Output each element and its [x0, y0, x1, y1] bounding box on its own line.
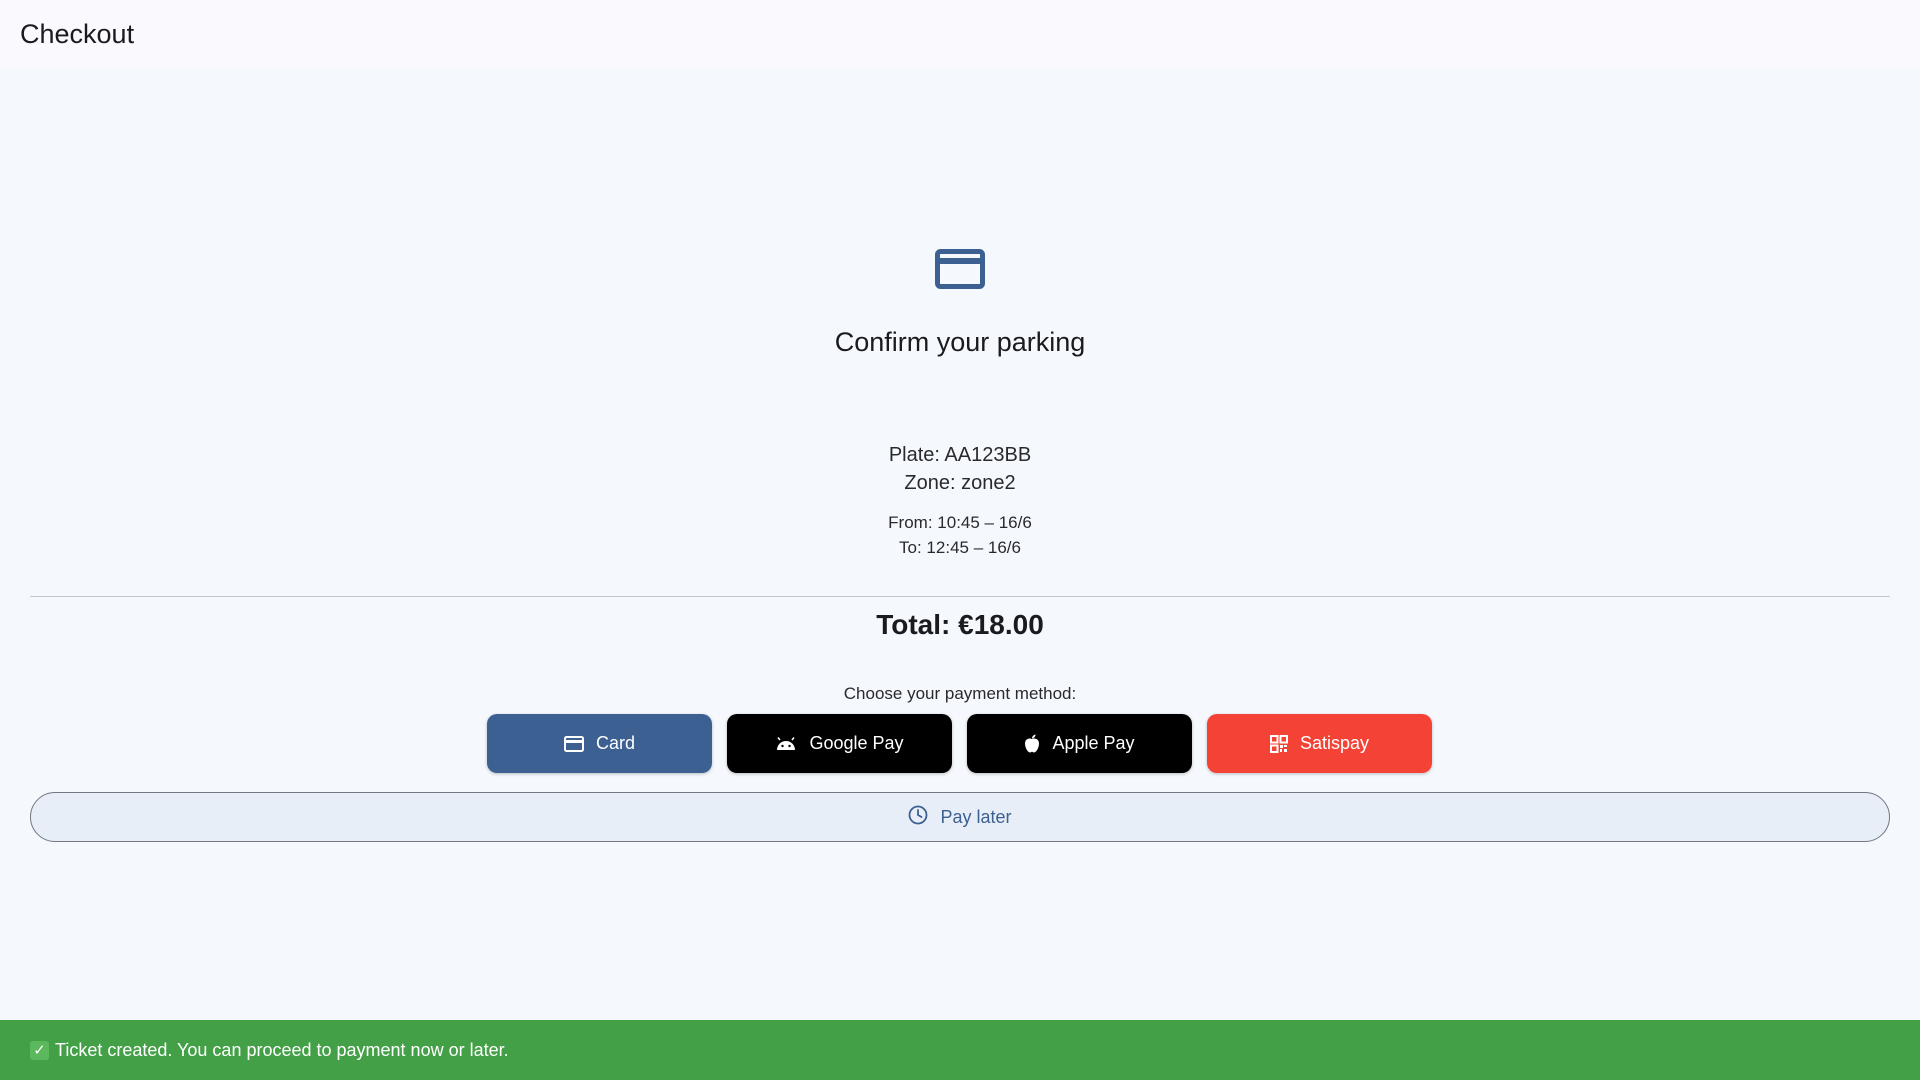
apple-pay-button-label: Apple Pay: [1052, 733, 1135, 753]
app-bar: Checkout: [0, 0, 1920, 68]
google-pay-button[interactable]: Google Pay: [727, 714, 952, 773]
satispay-button[interactable]: Satispay: [1207, 714, 1432, 773]
satispay-button-label: Satispay: [1299, 733, 1370, 753]
apple-icon: [1024, 734, 1040, 753]
android-icon: [775, 736, 797, 751]
from-time-text: From: 10:45 – 16/6: [888, 513, 1032, 532]
total-amount: Total: €18.00: [876, 609, 1044, 640]
zone-text: Zone: zone2: [904, 472, 1016, 494]
payment-method-prompt: Choose your payment method:: [843, 684, 1077, 703]
snackbar-message: Ticket created. You can proceed to payme…: [55, 1039, 509, 1060]
to-time-text: To: 12:45 – 16/6: [899, 538, 1021, 557]
page-title: Checkout: [20, 19, 135, 49]
card-payment-button[interactable]: Card: [487, 714, 712, 773]
clock-icon: [908, 805, 928, 830]
confirm-title: Confirm your parking: [834, 327, 1086, 357]
pay-later-button[interactable]: Pay later: [30, 792, 1890, 842]
divider: [30, 596, 1890, 597]
google-pay-button-label: Google Pay: [809, 733, 904, 753]
snackbar: ✓ Ticket created. You can proceed to pay…: [0, 1020, 1920, 1080]
card-button-label: Card: [595, 733, 635, 753]
qr-code-icon: [1269, 734, 1288, 753]
check-mark-icon: ✓: [30, 1040, 49, 1060]
apple-pay-button[interactable]: Apple Pay: [967, 714, 1192, 773]
pay-later-label: Pay later: [940, 806, 1012, 827]
credit-card-icon: [935, 249, 985, 289]
plate-text: Plate: AA123BB: [888, 444, 1032, 466]
credit-card-icon: [563, 735, 584, 752]
